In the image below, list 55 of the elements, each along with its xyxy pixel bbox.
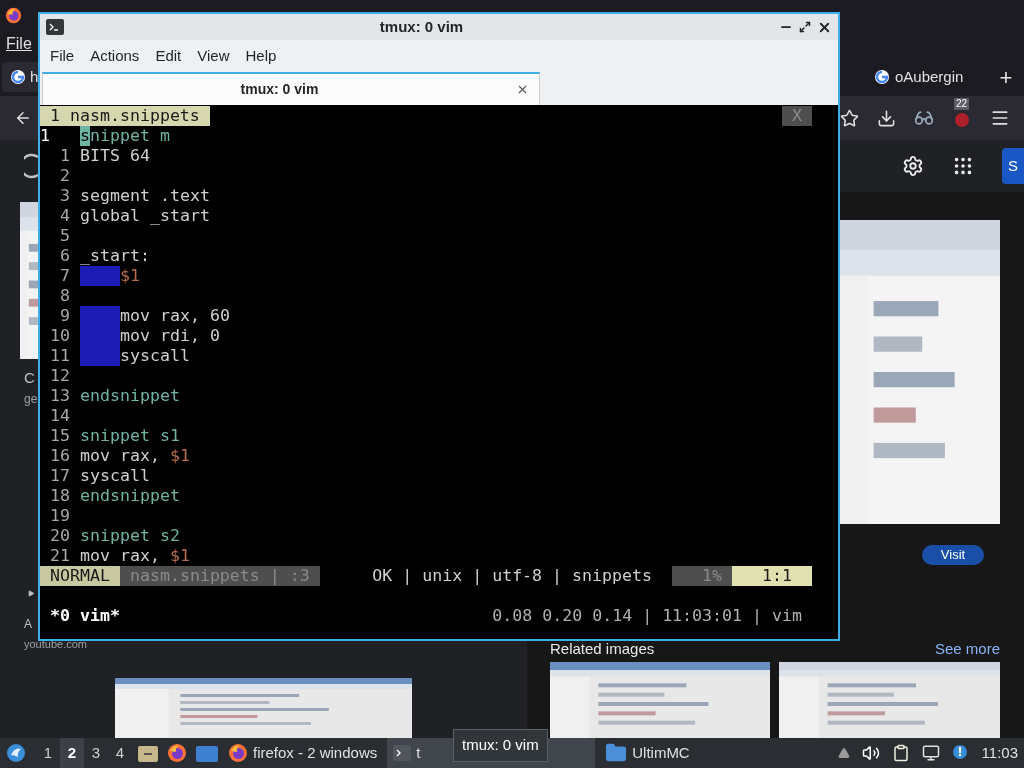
- code-text: endsnippet: [80, 386, 180, 406]
- code-text: mov rax, 60: [120, 306, 230, 326]
- status-segment: 1:1: [732, 566, 812, 586]
- line-number: 20: [49, 526, 70, 546]
- line-number: 9: [59, 306, 70, 326]
- status-segment: 1%: [672, 566, 732, 586]
- line-number: 21: [49, 546, 70, 566]
- code-text: endsnippet: [80, 486, 180, 506]
- code-text: mov rdi, 0: [120, 326, 220, 346]
- code-text: global _start: [80, 206, 210, 226]
- line-number: 13: [49, 386, 70, 406]
- section-heading: Related images: [550, 638, 655, 659]
- tmux-status: 0.08 0.20 0.14 | 11:03:01 | vim: [492, 606, 803, 626]
- line-number: 1: [40, 126, 51, 146]
- line-number: 15: [49, 426, 70, 446]
- code-text: syscall: [80, 466, 150, 486]
- line-number: 6: [59, 246, 70, 266]
- line-number: 3: [59, 186, 70, 206]
- status-text: OK | unix | utf-8 | snippets: [372, 566, 653, 586]
- result-title: C: [24, 368, 35, 388]
- code-text: $1: [169, 446, 190, 466]
- line-number: 18: [49, 486, 70, 506]
- code-text: nippet m: [90, 126, 170, 146]
- line-number: 1: [59, 146, 70, 166]
- line-number: 19: [49, 506, 70, 526]
- line-number: 16: [49, 446, 70, 466]
- video-title: A: [24, 615, 32, 633]
- status-segment: nasm.snippets | :3: [119, 566, 320, 586]
- line-number: 7: [59, 266, 70, 286]
- code-text: _start:: [80, 246, 150, 266]
- tooltip: tmux: 0 vim: [453, 729, 548, 762]
- code-text: BITS 64: [80, 146, 150, 166]
- code-text: $1: [120, 266, 140, 286]
- code-text: snippet s2: [80, 526, 180, 546]
- code-text: $1: [169, 546, 190, 566]
- line-number: 8: [59, 286, 70, 306]
- code-text: syscall: [120, 346, 190, 366]
- status-segment: NORMAL: [40, 566, 120, 586]
- video-source: youtube.com: [24, 636, 87, 652]
- result-source: ge: [24, 390, 38, 408]
- code-text: segment .text: [80, 186, 210, 206]
- window-title: tmux: 0 vim: [378, 16, 465, 37]
- code-text: snippet s1: [80, 426, 180, 446]
- line-number: 2: [59, 166, 70, 186]
- line-number: 17: [49, 466, 70, 486]
- line-number: 14: [49, 406, 70, 426]
- cursor: s: [80, 126, 90, 146]
- code-text: mov rax,: [80, 446, 161, 466]
- line-number: 4: [59, 206, 70, 226]
- line-number: 11: [49, 346, 70, 366]
- line-number: 12: [49, 366, 70, 386]
- badge: 22: [954, 98, 970, 110]
- line-number: 10: [49, 326, 70, 346]
- line-number: 5: [59, 226, 70, 246]
- code-text: mov rax,: [80, 546, 161, 566]
